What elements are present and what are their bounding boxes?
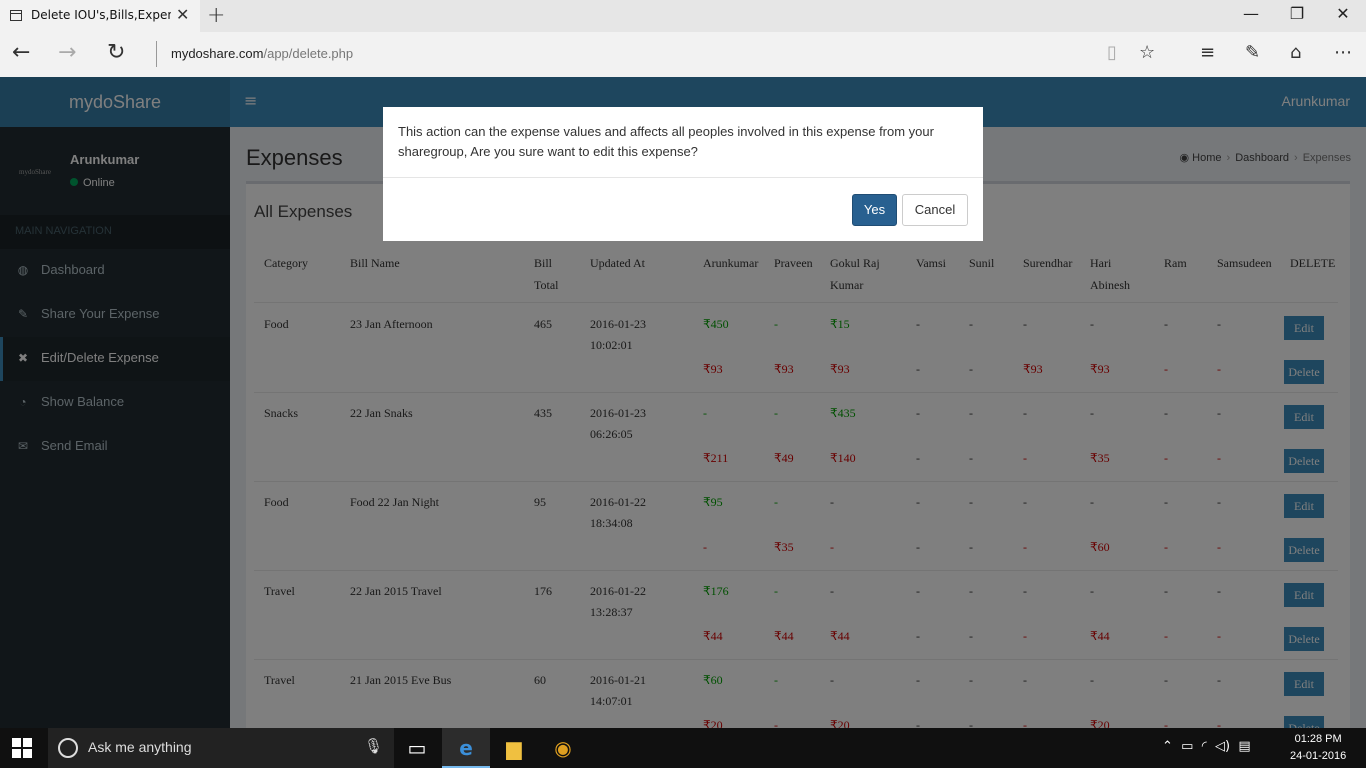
back-icon[interactable]: ← xyxy=(12,40,30,65)
hub-icon[interactable]: ≡ xyxy=(1200,42,1215,63)
more-icon[interactable]: ⋯ xyxy=(1334,42,1352,63)
search-placeholder: Ask me anything xyxy=(88,739,192,755)
refresh-icon[interactable]: ↻ xyxy=(107,40,125,65)
tab-title: Delete IOU's,Bills,Expens xyxy=(31,8,171,22)
minimize-icon[interactable]: — xyxy=(1228,4,1274,23)
yes-button[interactable]: Yes xyxy=(852,194,897,226)
cortana-icon xyxy=(58,738,78,758)
edge-browser-icon[interactable]: e xyxy=(442,728,490,768)
chrome-icon[interactable]: ◉ xyxy=(539,728,587,768)
restore-icon[interactable]: ❐ xyxy=(1274,4,1320,23)
address-separator xyxy=(156,41,157,67)
confirm-message: This action can the expense values and a… xyxy=(398,124,934,159)
system-tray[interactable]: ⌃ ▭ ◜ ◁) ▤ xyxy=(1162,739,1251,754)
web-note-icon[interactable]: ✎ xyxy=(1245,42,1260,63)
tab-close-icon[interactable]: ✕ xyxy=(176,5,189,24)
browser-tab-bar: Delete IOU's,Bills,Expens ✕ + — ❐ ✕ xyxy=(0,0,1366,32)
close-window-icon[interactable]: ✕ xyxy=(1320,4,1366,23)
clock-time: 01:28 PM xyxy=(1294,733,1342,745)
clock-date: 24-01-2016 xyxy=(1290,750,1347,762)
confirm-dialog: This action can the expense values and a… xyxy=(383,107,983,241)
windows-start-icon[interactable] xyxy=(12,738,32,758)
reading-view-icon[interactable]: ▯ xyxy=(1107,42,1117,63)
url-field[interactable]: mydoshare.com/app/delete.php xyxy=(171,46,353,61)
system-clock[interactable]: 01:28 PM 24-01-2016 xyxy=(1290,731,1346,765)
page-icon xyxy=(10,10,22,21)
cortana-search[interactable]: Ask me anything 🎙 xyxy=(48,728,394,768)
browser-tab[interactable]: Delete IOU's,Bills,Expens ✕ xyxy=(0,0,200,32)
taskbar: Ask me anything 🎙 ▭ e ▆ ◉ ⌃ ▭ ◜ ◁) ▤ 01:… xyxy=(0,728,1366,768)
dialog-divider xyxy=(383,177,983,178)
favorite-star-icon[interactable]: ☆ xyxy=(1139,42,1155,63)
task-view-icon[interactable]: ▭ xyxy=(393,728,441,768)
file-explorer-icon[interactable]: ▆ xyxy=(490,728,538,768)
share-icon[interactable]: ⌂ xyxy=(1290,42,1301,63)
microphone-icon[interactable]: 🎙 xyxy=(364,737,383,755)
url-path: /app/delete.php xyxy=(263,46,354,61)
forward-icon[interactable]: → xyxy=(58,40,76,65)
cancel-button[interactable]: Cancel xyxy=(902,194,968,226)
new-tab-icon[interactable]: + xyxy=(207,3,225,28)
url-host: mydoshare.com xyxy=(171,46,264,61)
